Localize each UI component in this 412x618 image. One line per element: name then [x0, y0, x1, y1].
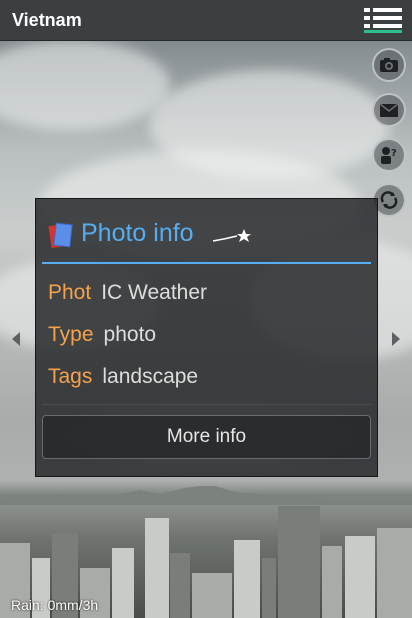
next-arrow-icon[interactable] — [389, 330, 403, 348]
info-row-type: Type photo — [48, 323, 156, 353]
menu-button[interactable] — [364, 6, 402, 34]
row-key: Tags — [48, 365, 93, 388]
row-key: Type — [48, 323, 94, 346]
refresh-icon — [380, 191, 398, 209]
rain-status: Rain: 0mm/3h — [11, 597, 99, 613]
camera-button[interactable] — [372, 48, 406, 82]
photo-info-dialog: Photo info Phot IC Weather Type photo Tags… — [35, 198, 378, 477]
menu-icon — [364, 8, 370, 12]
info-row-tags: Tags landscape — [48, 365, 198, 395]
previous-arrow-icon[interactable] — [9, 330, 23, 348]
row-value: landscape — [102, 365, 199, 388]
dialog-header: Photo info — [36, 199, 377, 265]
header-divider — [42, 262, 371, 264]
help-button[interactable]: ? — [372, 138, 406, 172]
camera-icon — [380, 58, 398, 72]
mail-button[interactable] — [372, 93, 406, 127]
row-value: photo — [103, 323, 157, 346]
location-title: Vietnam — [12, 10, 82, 30]
more-info-button[interactable]: More info — [42, 415, 371, 459]
row-value: IC Weather — [101, 281, 208, 304]
info-row-photographer: Phot IC Weather — [48, 281, 207, 311]
help-icon: ? — [381, 147, 397, 164]
mail-icon — [379, 103, 399, 117]
photo-stack-icon — [48, 222, 73, 249]
content-divider — [42, 404, 371, 405]
star-flourish-icon — [212, 229, 251, 242]
svg-text:?: ? — [391, 148, 397, 159]
top-bar: Vietnam — [0, 0, 412, 41]
row-key: Phot — [48, 281, 92, 304]
dialog-title: Photo info — [81, 219, 194, 247]
